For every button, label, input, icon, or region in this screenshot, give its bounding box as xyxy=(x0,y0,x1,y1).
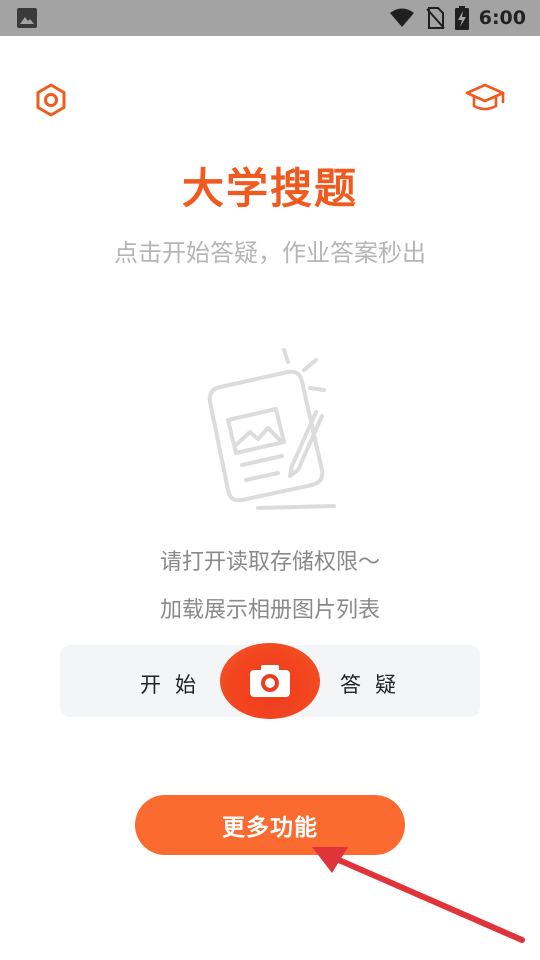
wifi-icon xyxy=(389,8,414,27)
page-title: 大学搜题 xyxy=(181,164,358,213)
status-time: 6:00 xyxy=(478,7,526,29)
start-answer-bar[interactable]: 开始 答疑 xyxy=(60,643,480,719)
battery-charging-icon xyxy=(454,6,469,30)
photo-card-pencil-icon xyxy=(207,348,336,510)
start-label: 开始 xyxy=(140,673,210,697)
permission-hint-line1: 请打开读取存储权限～ xyxy=(159,550,380,575)
status-bar: 6:00 xyxy=(0,0,540,36)
image-icon xyxy=(17,8,37,28)
settings-button[interactable] xyxy=(34,83,68,117)
settings-hexagon-icon xyxy=(36,83,66,117)
page-subtitle: 点击开始答疑，作业答案秒出 xyxy=(114,239,426,267)
answer-label: 答疑 xyxy=(340,673,410,697)
no-sim-icon xyxy=(425,7,445,29)
camera-icon xyxy=(250,665,290,697)
graduation-cap-icon xyxy=(465,83,505,111)
permission-hint-line2: 加载展示相册图片列表 xyxy=(159,598,380,623)
graduation-cap-button[interactable] xyxy=(464,81,506,117)
annotation-arrow-icon xyxy=(312,847,525,943)
camera-button[interactable] xyxy=(220,643,320,719)
status-icons: 6:00 xyxy=(389,5,526,31)
